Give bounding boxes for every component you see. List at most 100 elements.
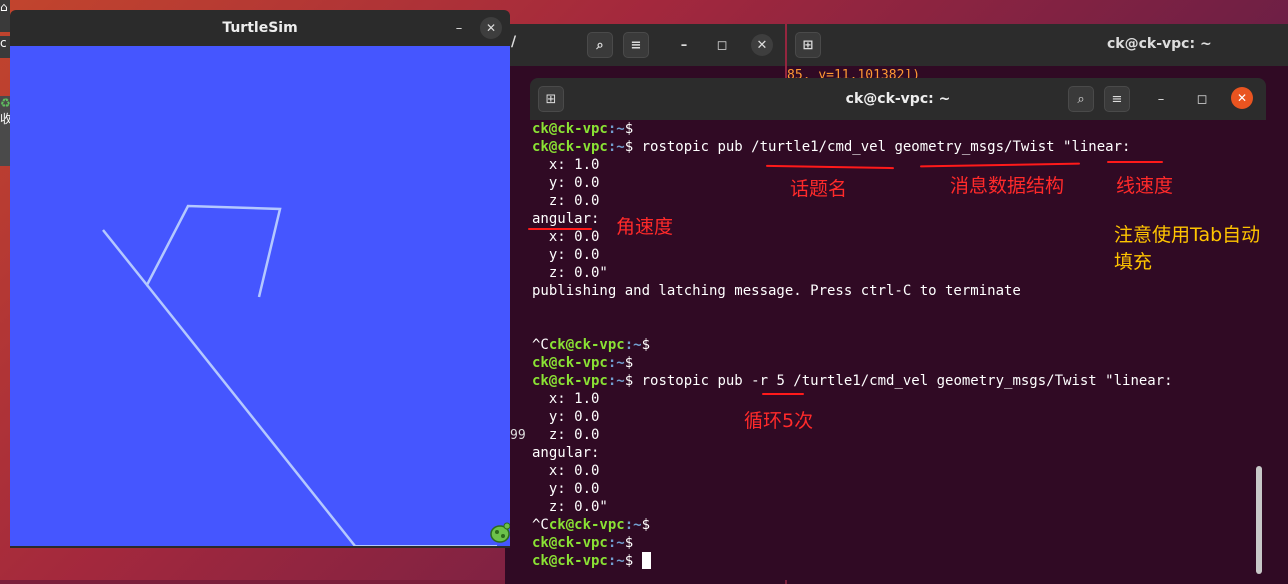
annotation-tab-hint-line2: 填充 [1114,251,1153,273]
terminal-line-text: z: 0.0 [532,193,600,209]
prompt-path: :~ [607,553,625,569]
terminal-line-text: y: 0.0 [532,247,600,263]
background-terminal-header: / ⌕ ≡ – ◻ ✕ [505,24,785,66]
terminal-line-text: x: 0.0 [532,463,600,479]
new-tab-icon[interactable]: ⊞ [795,32,821,58]
prompt-path: :~ [607,355,625,371]
terminal-line-text: x: 1.0 [532,157,600,173]
hamburger-menu-icon[interactable]: ≡ [623,32,649,58]
terminal-line-text: publishing and latching message. Press c… [532,283,1021,299]
terminal-line-text: x: 0.0 [532,229,600,245]
terminal-line-text: z: 0.0 [532,427,600,443]
prompt-path: :~ [607,535,625,551]
annotation-linear-velocity: 线速度 [1116,175,1174,197]
terminal-line: angular: [532,444,1252,462]
annotation-repeat-5: 循环5次 [744,410,814,432]
underline-linear [1107,161,1163,163]
dock-item-home[interactable]: ⌂ [0,0,10,32]
background-terminal-title-fragment: / [511,34,517,50]
terminal-line: ck@ck-vpc:~$ [532,354,1252,372]
minimize-button[interactable]: – [1150,88,1172,110]
prompt-path: :~ [607,373,625,389]
annotation-message-type: 消息数据结构 [950,175,1065,197]
terminal-line: z: 0.0" [532,498,1252,516]
terminal-cursor [641,552,651,569]
close-button[interactable]: ✕ [751,34,773,56]
prompt-symbol: $ [624,355,634,371]
terminal-ctrl-c: ^C [532,337,549,353]
terminal-line-text: angular: [532,211,600,227]
prompt-user: ck@ck-vpc [532,373,608,389]
prompt-symbol: $ [624,535,634,551]
trash-label: 收 [0,112,10,126]
search-icon[interactable]: ⌕ [1068,86,1094,112]
prompt-path: :~ [624,517,642,533]
turtlesim-close-button[interactable]: ✕ [480,17,502,39]
terminal-line: ^Cck@ck-vpc:~$ [532,516,1252,534]
prompt-user: ck@ck-vpc [532,139,608,155]
prompt-user: ck@ck-vpc [548,337,625,353]
background-terminal-2-title: ck@ck-vpc: ~ [1107,36,1212,52]
annotation-angular-velocity: 角速度 [616,216,674,238]
turtlesim-titlebar[interactable]: TurtleSim [10,10,510,46]
terminal-line: ^Cck@ck-vpc:~$ [532,336,1252,354]
annotation-tab-hint-line1: 注意使用Tab自动 [1114,224,1261,246]
terminal-scrollbar[interactable] [1256,466,1262,574]
side-fragment-text: 99 [510,428,526,443]
underline-rate [762,393,804,395]
terminal-header[interactable]: ⊞ ck@ck-vpc: ~ ⌕ ≡ – ◻ ✕ [530,78,1266,120]
terminal-line-text: angular: [532,445,600,461]
terminal-line: z: 0.0 [532,426,1252,444]
terminal-line: ck@ck-vpc:~$ [532,534,1252,552]
terminal-line-text: y: 0.0 [532,175,600,191]
terminal-line: ck@ck-vpc:~$ [532,120,1252,138]
prompt-user: ck@ck-vpc [548,517,625,533]
terminal-line-text: rostopic pub -r 5 /turtle1/cmd_vel geome… [633,373,1173,389]
maximize-button[interactable]: ◻ [711,34,733,56]
terminal-line: y: 0.0 [532,408,1252,426]
turtle-path-line-long [146,284,356,547]
terminal-line-text: y: 0.0 [532,481,600,497]
terminal-line-text: y: 0.0 [532,409,600,425]
turtle-path [102,204,511,547]
turtle-path-line [102,204,282,298]
maximize-button[interactable]: ◻ [1191,88,1213,110]
terminal-line: ck@ck-vpc:~$ rostopic pub /turtle1/cmd_v… [532,138,1252,156]
terminal-title: ck@ck-vpc: ~ [845,91,951,107]
prompt-user: ck@ck-vpc [532,355,608,371]
turtlesim-minimize-button[interactable]: – [448,17,470,39]
terminal-line: ck@ck-vpc:~$ rostopic pub -r 5 /turtle1/… [532,372,1252,390]
recycle-icon: ♻ [0,96,10,110]
hamburger-menu-icon[interactable]: ≡ [1104,86,1130,112]
turtlesim-window[interactable]: TurtleSim – ✕ [10,10,511,548]
terminal-line: ck@ck-vpc:~$ [532,552,1252,570]
terminal-window[interactable]: ⊞ ck@ck-vpc: ~ ⌕ ≡ – ◻ ✕ ck@ck-vpc:~$ ck@… [530,78,1266,580]
terminal-line: x: 1.0 [532,390,1252,408]
turtlesim-canvas [10,46,511,547]
turtle-icon [490,522,511,543]
terminal-line-text: x: 1.0 [532,391,600,407]
prompt-path: :~ [624,337,642,353]
prompt-symbol: $ [641,337,651,353]
terminal-line-text: rostopic pub /turtle1/cmd_vel geometry_m… [633,139,1131,155]
terminal-line: publishing and latching message. Press c… [532,282,1252,300]
annotation-topic-name: 话题名 [790,178,848,200]
search-icon[interactable]: ⌕ [587,32,613,58]
annotation-tab-hint: 注意使用Tab自动 填充 [1114,222,1260,276]
close-button[interactable]: ✕ [1231,87,1253,109]
terminal-line-text: z: 0.0" [532,499,608,515]
minimize-button[interactable]: – [673,34,695,56]
prompt-user: ck@ck-vpc [532,121,608,137]
prompt-path: :~ [607,121,625,137]
terminal-line-text: z: 0.0" [532,265,608,281]
underline-angular [528,228,592,230]
terminal-line: y: 0.0 [532,480,1252,498]
prompt-symbol: $ [624,121,634,137]
dock-item-trash[interactable]: ♻ 收 [0,96,10,166]
prompt-symbol: $ [624,553,634,569]
prompt-symbol: $ [624,373,634,389]
terminal-line-text [633,553,641,569]
dock-item-fragment[interactable]: c [0,36,10,58]
prompt-symbol: $ [624,139,634,155]
